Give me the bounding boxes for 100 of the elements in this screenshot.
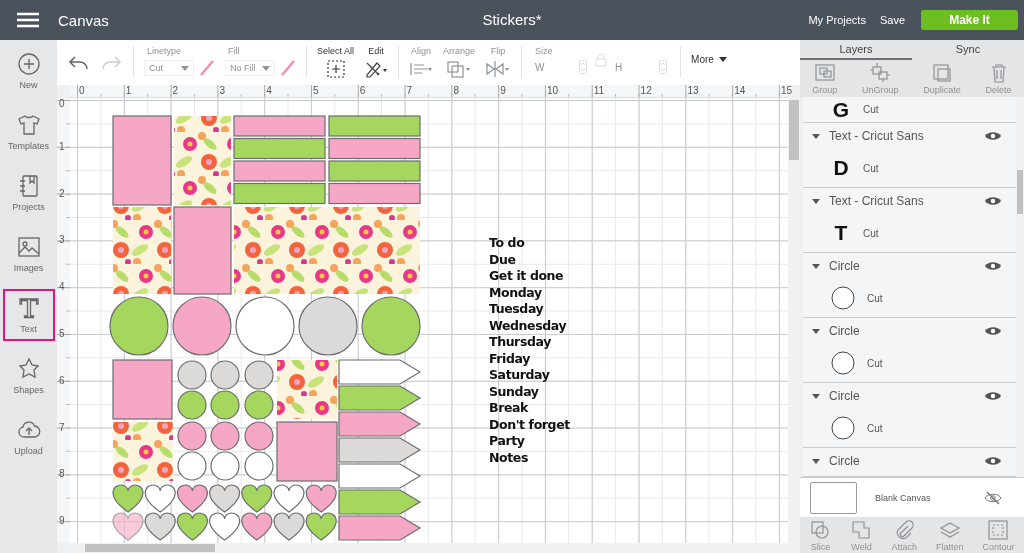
circle-sticker xyxy=(177,421,207,451)
eye-icon[interactable] xyxy=(984,454,1002,468)
ruler-number: 5 xyxy=(59,328,65,340)
operation-label: Cut xyxy=(863,227,879,239)
operation-label: Cut xyxy=(867,292,883,304)
expand-caret-icon[interactable] xyxy=(812,262,820,270)
expand-caret-icon[interactable] xyxy=(812,327,820,335)
nav-link[interactable]: My Projects xyxy=(808,12,866,28)
heart-sticker xyxy=(176,484,208,513)
layers-scrollbar[interactable] xyxy=(1016,97,1024,477)
panel-tab[interactable]: Sync xyxy=(912,40,1024,60)
layer-item[interactable]: Circle Cut xyxy=(803,318,1016,383)
group-icon xyxy=(813,62,836,84)
circle-sticker xyxy=(298,296,358,356)
flip-icon xyxy=(485,60,512,78)
expand-caret-icon[interactable] xyxy=(812,197,820,205)
ruler-number: 12 xyxy=(640,85,652,97)
canvas-swatch xyxy=(810,481,857,514)
eye-icon[interactable] xyxy=(984,324,1002,338)
expand-caret-icon[interactable] xyxy=(812,457,820,465)
select-all-button[interactable]: Select All xyxy=(317,46,355,78)
ruler-number: 9 xyxy=(59,515,65,528)
layer-item[interactable]: Text - Cricut Sans D Cut xyxy=(803,123,1016,188)
sidebar-item[interactable]: Images xyxy=(2,228,55,280)
operation-label: Cut xyxy=(863,104,879,115)
floral-sticker xyxy=(277,360,337,419)
eye-icon[interactable] xyxy=(984,194,1002,208)
layer-name: Text - Cricut Sans xyxy=(829,129,925,143)
color-swatch-icon xyxy=(280,59,296,77)
canvas-text-line: Saturday xyxy=(489,367,551,384)
heart-sticker xyxy=(305,512,337,541)
eye-icon[interactable] xyxy=(984,129,1002,143)
ruler-number: 0 xyxy=(59,98,65,110)
canvas-text-line: Party xyxy=(489,433,526,450)
circle-sticker xyxy=(210,451,240,481)
floral-sticker xyxy=(113,422,173,481)
layer-glyph: G xyxy=(831,99,851,120)
edit-tools-icon xyxy=(364,60,389,78)
layer-name: Circle xyxy=(829,389,861,403)
document-title: Stickers* xyxy=(482,11,542,28)
dropdown-value: No Fill xyxy=(230,63,256,73)
field-label: W xyxy=(535,61,545,73)
text-icon xyxy=(16,296,41,320)
circle-sticker xyxy=(210,390,240,420)
arrange-icon xyxy=(446,60,473,78)
stepper-icon xyxy=(659,60,668,74)
app-title: Canvas xyxy=(58,11,109,29)
circle-sticker xyxy=(109,296,169,356)
ruler-number: 3 xyxy=(59,234,65,247)
canvas-text-line: Notes xyxy=(489,449,529,466)
sidebar-item[interactable]: Projects xyxy=(2,167,55,219)
expand-caret-icon[interactable] xyxy=(812,132,820,140)
sidebar-item[interactable]: Upload xyxy=(2,411,55,463)
caret-icon xyxy=(181,65,189,71)
ruler-number: 6 xyxy=(59,374,65,387)
eye-slash-icon[interactable] xyxy=(984,490,1002,505)
heart-sticker xyxy=(241,484,273,513)
canvas-text-line: Tuesday xyxy=(489,301,545,318)
ruler-number: 2 xyxy=(172,85,179,97)
square-sticker xyxy=(276,421,338,482)
canvas-text-line: Thursday xyxy=(489,334,552,351)
stepper-icon xyxy=(579,60,588,74)
ruler-number: 9 xyxy=(500,85,506,97)
layer-item[interactable]: Circle xyxy=(803,448,1016,477)
nav-link[interactable]: Save xyxy=(879,12,905,28)
sidebar-item[interactable]: Templates xyxy=(2,106,55,158)
layer-item[interactable]: Text - Cricut Sans T Cut xyxy=(803,188,1016,253)
layer-item[interactable]: G Cut xyxy=(803,97,1016,123)
canvas-text-line: To do xyxy=(489,235,526,252)
square-sticker xyxy=(112,359,173,420)
eye-icon[interactable] xyxy=(984,259,1002,273)
heart-sticker xyxy=(112,484,144,513)
circle-sticker xyxy=(177,360,207,390)
circle-sticker xyxy=(244,421,274,451)
canvas-layer-item[interactable]: Blank Canvas xyxy=(800,477,1024,517)
canvas-text-line: Friday xyxy=(489,350,531,367)
sidebar-item[interactable]: New xyxy=(2,45,55,97)
heart-sticker xyxy=(176,512,208,541)
sidebar-item[interactable]: Text xyxy=(2,289,55,341)
layer-glyph: T xyxy=(833,223,849,243)
canvas-text-line: Due xyxy=(489,251,517,268)
circle-sticker xyxy=(210,360,240,390)
menu-icon[interactable] xyxy=(17,12,39,28)
circle-sticker xyxy=(172,296,232,356)
ruler-number: 15 xyxy=(781,85,793,97)
undo-icon[interactable] xyxy=(67,54,91,72)
shapes-icon xyxy=(16,357,41,381)
heart-sticker xyxy=(112,512,144,541)
canvas-text-line: Get it done xyxy=(489,268,565,285)
eye-icon[interactable] xyxy=(984,389,1002,403)
expand-caret-icon[interactable] xyxy=(812,392,820,400)
edit-button[interactable]: Edit xyxy=(364,46,389,78)
layer-name: Circle xyxy=(829,324,861,338)
canvas-text-line: Monday xyxy=(489,284,543,301)
circle-sticker xyxy=(361,296,421,356)
layer-item[interactable]: Circle Cut xyxy=(803,253,1016,318)
layer-item[interactable]: Circle Cut xyxy=(803,383,1016,448)
more-button[interactable]: More xyxy=(691,54,727,65)
t-shirt-icon xyxy=(16,113,41,137)
sidebar-item[interactable]: Shapes xyxy=(2,350,55,402)
